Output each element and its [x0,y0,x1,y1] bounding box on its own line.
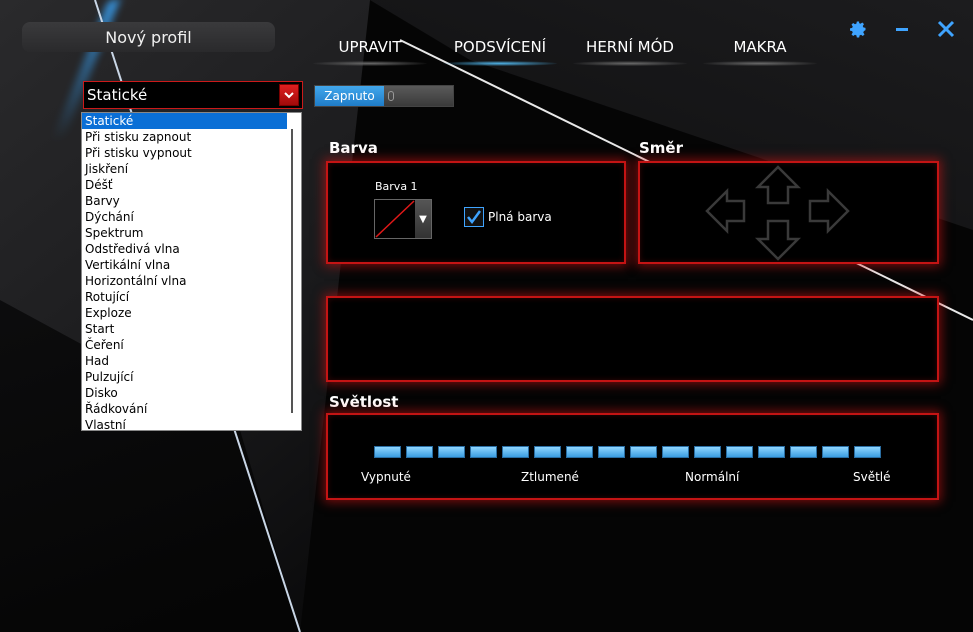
dropdown-option[interactable]: Při stisku vypnout [82,145,287,161]
dropdown-option[interactable]: Statické [82,113,287,129]
dropdown-option[interactable]: Řádkování [82,401,287,417]
direction-arrows [705,165,850,261]
brightness-segment[interactable] [470,446,497,458]
direction-section-title: Směr [639,139,684,157]
brightness-segment[interactable] [758,446,785,458]
brightness-label-dim: Ztlumené [521,470,579,484]
dropdown-option[interactable]: Odstředivá vlna [82,241,287,257]
toggle-on-label: Zapnuto [315,86,384,106]
dropdown-option[interactable]: Horizontální vlna [82,273,287,289]
lighting-toggle[interactable]: Zapnuto [314,85,454,107]
tab-label: PODSVÍCENÍ [453,38,547,56]
dropdown-option[interactable]: Start [82,321,287,337]
color1-label: Barva 1 [375,180,418,193]
brightness-label-off: Vypnuté [361,470,411,484]
tab-makra[interactable]: MAKRA [695,38,825,66]
dropdown-option[interactable]: Dýchání [82,209,287,225]
brightness-section-title: Světlost [329,393,399,411]
effect-options-panel [326,296,939,382]
brightness-panel: Vypnuté Ztlumené Normální Světlé [326,413,939,500]
window-controls [847,18,957,40]
solid-color-checkbox[interactable]: Plná barva [464,207,552,227]
direction-panel [638,161,939,264]
color-dropdown-icon[interactable]: ▼ [415,200,431,238]
minimize-icon[interactable] [891,18,913,40]
dropdown-option[interactable]: Spektrum [82,225,287,241]
brightness-segment[interactable] [566,446,593,458]
brightness-segment[interactable] [854,446,881,458]
solid-color-label: Plná barva [488,210,552,224]
brightness-segment[interactable] [694,446,721,458]
brightness-segment[interactable] [374,446,401,458]
brightness-segment[interactable] [662,446,689,458]
brightness-segment[interactable] [630,446,657,458]
color1-picker[interactable]: ▼ [374,199,432,239]
dropdown-scrollbar[interactable] [291,129,293,413]
dropdown-option[interactable]: Déšť [82,177,287,193]
dropdown-option[interactable]: Barvy [82,193,287,209]
dropdown-option[interactable]: Pulzující [82,369,287,385]
tab-label: HERNÍ MÓD [586,38,674,56]
profile-name-box[interactable]: Nový profil [22,22,275,52]
tab-herni-mod[interactable]: HERNÍ MÓD [565,38,695,66]
effect-select-value: Statické [87,86,148,104]
brightness-segment[interactable] [598,446,625,458]
brightness-segment[interactable] [726,446,753,458]
effect-select[interactable]: Statické [83,81,303,109]
tab-label: UPRAVIT [338,38,402,56]
settings-gear-icon[interactable] [847,18,869,40]
brightness-segment[interactable] [822,446,849,458]
color-swatch-preview [375,200,415,238]
dropdown-options: Statické Při stisku zapnout Při stisku vyp… [82,113,287,430]
close-icon[interactable] [935,18,957,40]
dropdown-option[interactable]: Při stisku zapnout [82,129,287,145]
main-nav: UPRAVIT PODSVÍCENÍ HERNÍ MÓD MAKRA [305,38,825,66]
brightness-label-normal: Normální [685,470,740,484]
tab-podsviceni[interactable]: PODSVÍCENÍ [435,38,565,66]
dropdown-option[interactable]: Vlastní [82,417,287,430]
arrow-up-icon [754,165,802,205]
brightness-label-bright: Světlé [853,470,891,484]
brightness-segment[interactable] [502,446,529,458]
effect-dropdown-list: Statické Při stisku zapnout Při stisku vyp… [81,112,302,431]
arrow-down-icon [754,219,802,261]
tab-upravit[interactable]: UPRAVIT [305,38,435,66]
dropdown-option[interactable]: Jiskření [82,161,287,177]
brightness-segment[interactable] [534,446,561,458]
brightness-segment[interactable] [406,446,433,458]
dropdown-option[interactable]: Čeření [82,337,287,353]
toggle-knob[interactable] [388,91,394,101]
brightness-segment[interactable] [438,446,465,458]
dropdown-option[interactable]: Exploze [82,305,287,321]
toggle-track [384,86,453,106]
arrow-right-icon [808,187,850,235]
brightness-slider[interactable] [374,446,881,458]
dropdown-option[interactable]: Disko [82,385,287,401]
tab-label: MAKRA [733,38,787,56]
chevron-down-icon[interactable] [279,84,299,106]
brightness-segment[interactable] [790,446,817,458]
dropdown-option[interactable]: Had [82,353,287,369]
profile-name: Nový profil [105,27,192,47]
arrow-left-icon [705,187,746,235]
dropdown-option[interactable]: Vertikální vlna [82,257,287,273]
checkbox-checked-icon[interactable] [464,207,484,227]
color-panel: Barva 1 ▼ Plná barva [326,161,626,264]
dropdown-option[interactable]: Rotující [82,289,287,305]
color-section-title: Barva [329,139,378,157]
